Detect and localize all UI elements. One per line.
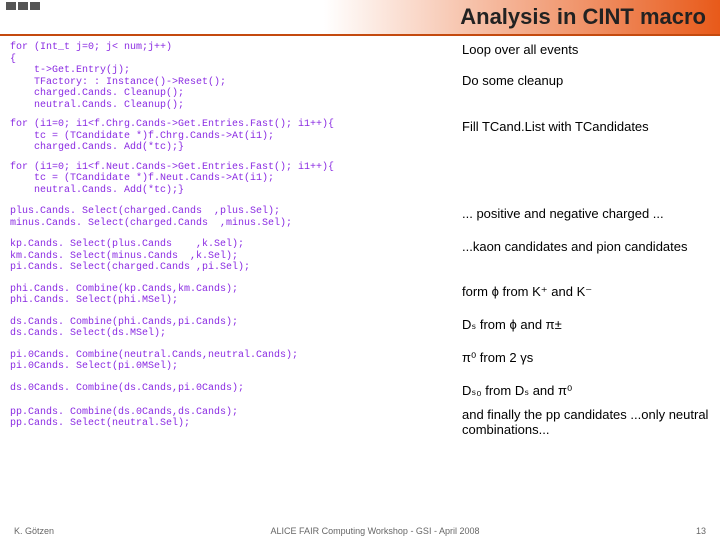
code-block: kp.Cands. Select(plus.Cands ,k.Sel); km.…: [10, 239, 250, 274]
footer-event: ALICE FAIR Computing Workshop - GSI - Ap…: [271, 526, 480, 536]
annotation-text: ... positive and negative charged ...: [462, 206, 712, 221]
code-row: for (Int_t j=0; j< num;j++) { t->Get.Ent…: [10, 42, 712, 113]
annotation-text: π⁰ from 2 γs: [462, 350, 712, 366]
annotation-text: ...kaon candidates and pion candidates: [462, 239, 712, 254]
annotation-text: Dₛ from ϕ and π±: [462, 317, 712, 333]
code-row: pi.0Cands. Combine(neutral.Cands,neutral…: [10, 350, 712, 375]
logo: [6, 2, 40, 10]
code-block: for (i1=0; i1<f.Chrg.Cands->Get.Entries.…: [10, 119, 334, 154]
code-row: pp.Cands. Combine(ds.0Cands,ds.Cands); p…: [10, 407, 712, 437]
code-row: kp.Cands. Select(plus.Cands ,k.Sel); km.…: [10, 239, 712, 276]
code-block: for (i1=0; i1<f.Neut.Cands->Get.Entries.…: [10, 162, 334, 197]
annotation: form ϕ from K⁺ and K⁻: [462, 284, 712, 300]
annotation-text: and finally the pp candidates ...only ne…: [462, 407, 712, 437]
code-block: pp.Cands. Combine(ds.0Cands,ds.Cands); p…: [10, 407, 238, 430]
content-area: for (Int_t j=0; j< num;j++) { t->Get.Ent…: [0, 36, 720, 445]
code-block: ds.Cands. Combine(phi.Cands,pi.Cands); d…: [10, 317, 238, 340]
code-row: ds.0Cands. Combine(ds.Cands,pi.0Cands); D…: [10, 383, 712, 399]
annotation: Dₛ from ϕ and π±: [462, 317, 712, 333]
code-block: pi.0Cands. Combine(neutral.Cands,neutral…: [10, 350, 298, 373]
annotation: and finally the pp candidates ...only ne…: [462, 407, 712, 437]
annotation: ... positive and negative charged ...: [462, 206, 712, 221]
code-row: plus.Cands. Select(charged.Cands ,plus.S…: [10, 206, 712, 231]
annotation-text: Loop over all events: [462, 42, 712, 57]
footer-author: K. Götzen: [14, 526, 54, 536]
annotation-text: Do some cleanup: [462, 73, 712, 88]
annotation: Dₛ₀ from Dₛ and π⁰: [462, 383, 712, 399]
title-bar: Analysis in CINT macro: [0, 0, 720, 36]
annotation-text: form ϕ from K⁺ and K⁻: [462, 284, 712, 300]
code-block: ds.0Cands. Combine(ds.Cands,pi.0Cands);: [10, 383, 244, 395]
code-row: phi.Cands. Combine(kp.Cands,km.Cands); p…: [10, 284, 712, 309]
annotation-text: Fill TCand.List with TCandidates: [462, 119, 712, 134]
code-row: for (i1=0; i1<f.Chrg.Cands->Get.Entries.…: [10, 119, 712, 156]
annotation: ...kaon candidates and pion candidates: [462, 239, 712, 254]
code-row: ds.Cands. Combine(phi.Cands,pi.Cands); d…: [10, 317, 712, 342]
code-block: plus.Cands. Select(charged.Cands ,plus.S…: [10, 206, 292, 229]
annotation-text: Dₛ₀ from Dₛ and π⁰: [462, 383, 712, 399]
annotation: Fill TCand.List with TCandidates: [462, 119, 712, 134]
page-title: Analysis in CINT macro: [460, 4, 706, 30]
footer: K. Götzen ALICE FAIR Computing Workshop …: [0, 526, 720, 536]
annotation: Loop over all events Do some cleanup: [462, 42, 712, 88]
footer-page: 13: [696, 526, 706, 536]
code-block: for (Int_t j=0; j< num;j++) { t->Get.Ent…: [10, 42, 226, 111]
code-row: for (i1=0; i1<f.Neut.Cands->Get.Entries.…: [10, 162, 712, 199]
annotation: π⁰ from 2 γs: [462, 350, 712, 366]
code-block: phi.Cands. Combine(kp.Cands,km.Cands); p…: [10, 284, 238, 307]
